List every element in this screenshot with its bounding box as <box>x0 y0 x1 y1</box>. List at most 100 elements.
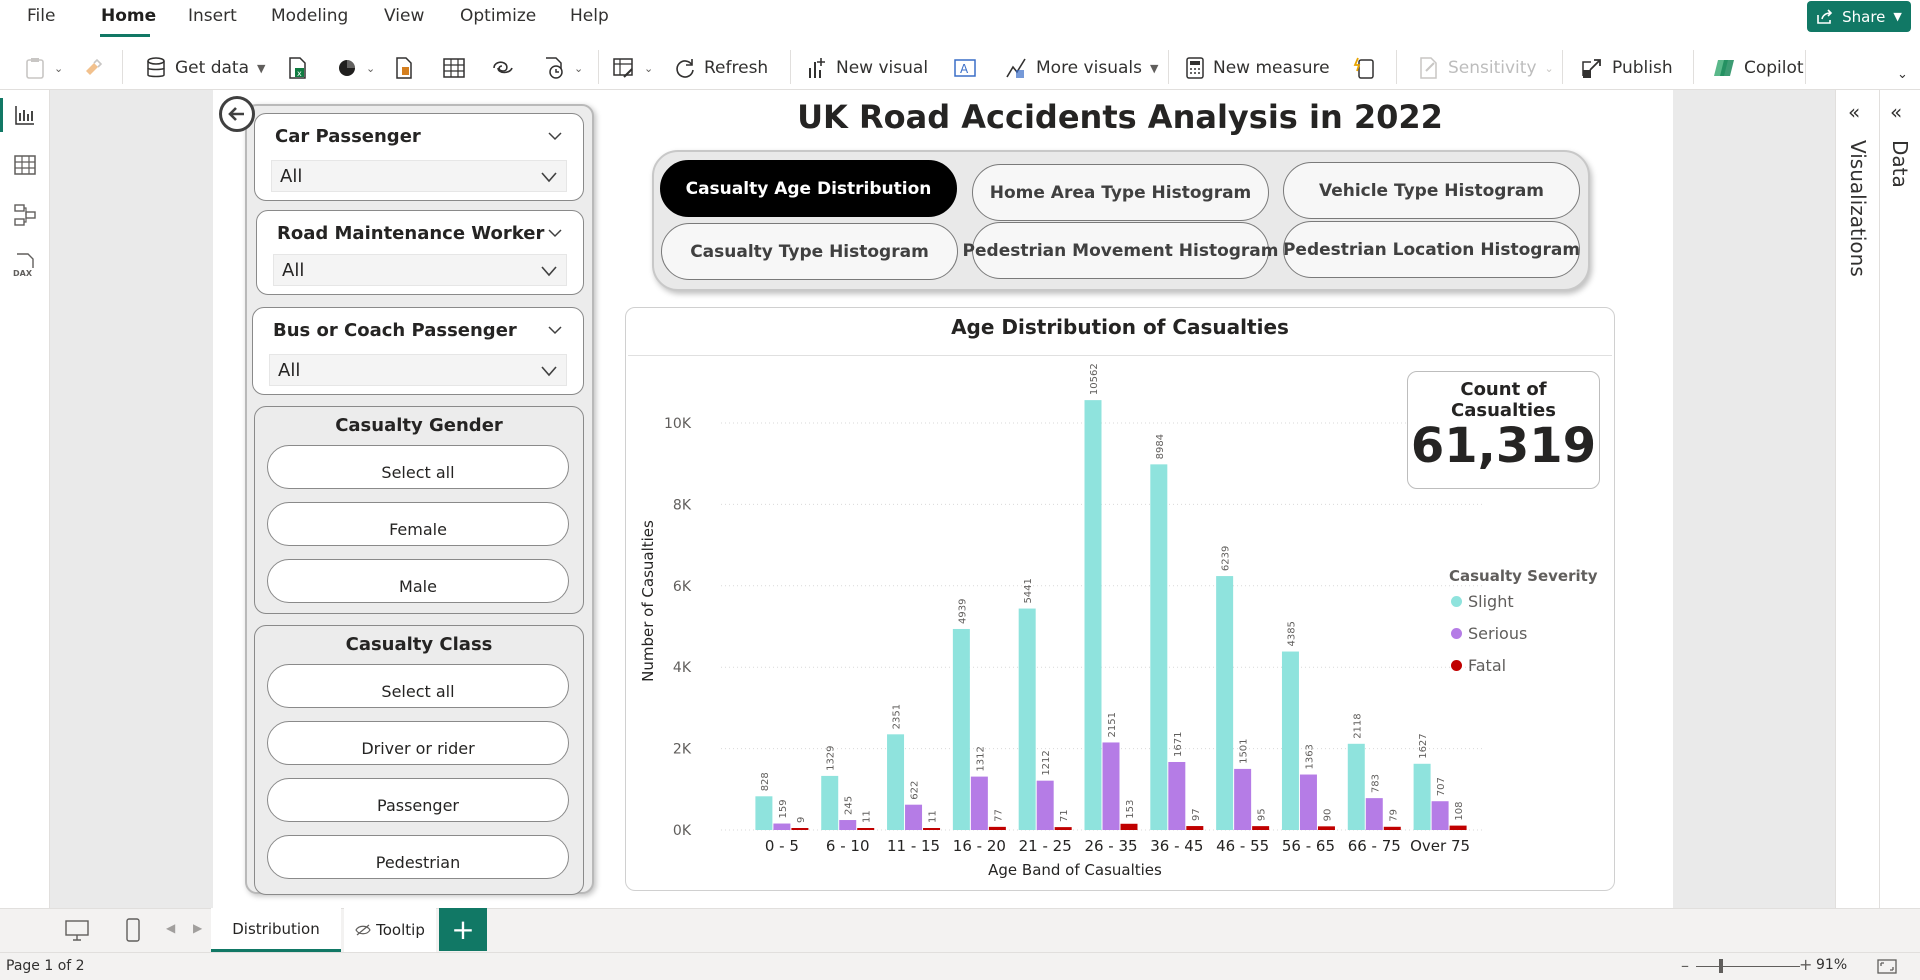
chevron-down-icon[interactable]: ▼ <box>1893 10 1901 23</box>
zoom-slider-track[interactable] <box>1696 966 1800 967</box>
sql-button[interactable] <box>394 54 414 82</box>
recent-sources-button[interactable]: ⌄ <box>542 54 583 82</box>
tab-pedestrian-location-histogram[interactable]: Pedestrian Location Histogram <box>1283 221 1580 278</box>
zoom-out-icon[interactable]: – <box>1681 956 1689 975</box>
mobile-layout-icon[interactable] <box>124 917 142 943</box>
x-tick-label: 6 - 10 <box>826 837 870 855</box>
data-label: 11 <box>928 810 939 823</box>
table-view-icon[interactable] <box>12 152 38 178</box>
tab-casualty-type-histogram[interactable]: Casualty Type Histogram <box>661 223 958 280</box>
page-tab-distribution[interactable]: Distribution <box>211 908 341 952</box>
visualizations-pane-collapsed[interactable]: « Visualizations <box>1835 90 1879 908</box>
legend-item-serious[interactable]: Serious <box>1451 624 1527 643</box>
slicer-dropdown[interactable]: All <box>269 354 567 386</box>
chevron-down-icon[interactable] <box>547 225 563 241</box>
bar-serious <box>1102 742 1120 830</box>
fit-to-page-icon[interactable] <box>1877 959 1897 974</box>
chip-male[interactable]: Male <box>267 559 569 603</box>
refresh-button[interactable]: Refresh <box>674 54 768 82</box>
zoom-slider-thumb[interactable] <box>1719 959 1723 973</box>
slicer-dropdown[interactable]: All <box>273 254 567 286</box>
chevron-down-icon: ⌄ <box>1544 61 1554 75</box>
menu-optimize[interactable]: Optimize <box>460 6 536 26</box>
chevron-left-icon[interactable]: ◀ <box>166 921 175 935</box>
x-tick-label: 46 - 55 <box>1216 837 1269 855</box>
menu-view[interactable]: View <box>384 6 424 26</box>
menu-insert[interactable]: Insert <box>188 6 237 26</box>
chevron-right-icon[interactable]: ▶ <box>193 921 202 935</box>
menu-file[interactable]: File <box>27 6 55 26</box>
excel-button[interactable]: x <box>286 54 308 82</box>
zoom-level: 91% <box>1816 957 1848 973</box>
menu-help[interactable]: Help <box>570 6 609 26</box>
chip-female[interactable]: Female <box>267 502 569 546</box>
zoom-in-icon[interactable]: + <box>1799 955 1812 974</box>
x-tick-label: 36 - 45 <box>1150 837 1203 855</box>
more-visuals-button[interactable]: More visuals ▼ <box>1004 54 1158 82</box>
slicer-road-maintenance-worker: Road Maintenance Worker All <box>256 210 584 295</box>
chip-pedestrian[interactable]: Pedestrian <box>267 835 569 879</box>
copilot-button[interactable]: Copilot <box>1712 54 1804 82</box>
transform-data-button[interactable]: ⌄ <box>612 54 653 82</box>
visualizations-pane-label[interactable]: Visualizations <box>1846 140 1870 277</box>
quick-measure-button[interactable] <box>1353 54 1375 82</box>
menu-home[interactable]: Home <box>101 6 156 26</box>
add-page-button[interactable]: + <box>439 908 487 951</box>
bar-slight <box>1347 743 1365 830</box>
chip-select-all[interactable]: Select all <box>267 664 569 708</box>
page-tab-tooltip[interactable]: Tooltip <box>344 908 436 952</box>
ribbon-separator <box>790 50 791 84</box>
bar-serious <box>1234 768 1252 830</box>
enter-data-button[interactable] <box>442 54 466 82</box>
chevron-down-icon[interactable] <box>547 322 563 338</box>
page-tab-label: Tooltip <box>376 921 425 939</box>
format-painter-button[interactable] <box>82 54 104 82</box>
data-pane-collapsed[interactable]: « Data <box>1879 90 1920 908</box>
text-box-icon: A <box>954 59 976 77</box>
x-tick-label: Over 75 <box>1410 837 1470 855</box>
tab-casualty-age-distribution[interactable]: Casualty Age Distribution <box>660 160 957 217</box>
bar-slight <box>1413 763 1431 830</box>
share-button[interactable]: Share ▼ <box>1807 1 1911 32</box>
chevron-down-icon[interactable] <box>547 128 563 144</box>
bar-fatal <box>1383 826 1401 830</box>
tab-home-area-type-histogram[interactable]: Home Area Type Histogram <box>972 164 1269 221</box>
chevron-down-icon: ⌄ <box>644 61 654 75</box>
expand-icon[interactable]: « <box>1848 100 1860 124</box>
model-view-icon[interactable] <box>12 202 38 228</box>
chip-driver-or-rider[interactable]: Driver or rider <box>267 721 569 765</box>
x-tick-label: 11 - 15 <box>887 837 940 855</box>
onelake-button[interactable] <box>490 54 516 82</box>
bar-serious <box>773 823 791 830</box>
back-button[interactable] <box>219 96 255 132</box>
dax-query-view-icon[interactable]: DAX <box>12 252 38 278</box>
report-view-icon[interactable] <box>12 102 38 128</box>
chip-select-all[interactable]: Select all <box>267 445 569 489</box>
tab-pedestrian-movement-histogram[interactable]: Pedestrian Movement Histogram <box>963 222 1278 279</box>
ribbon-collapse-icon[interactable]: ⌄ <box>1897 67 1908 82</box>
active-view-indicator <box>0 98 3 132</box>
new-measure-button[interactable]: New measure <box>1185 54 1330 82</box>
desktop-layout-icon[interactable] <box>64 919 90 943</box>
data-label: 1329 <box>826 745 837 770</box>
slicer-dropdown[interactable]: All <box>271 160 567 192</box>
chip-passenger[interactable]: Passenger <box>267 778 569 822</box>
dataverse-button[interactable]: ⌄ <box>336 54 375 82</box>
menu-modeling[interactable]: Modeling <box>271 6 348 26</box>
legend-item-fatal[interactable]: Fatal <box>1451 656 1506 675</box>
new-visual-button[interactable]: New visual <box>806 54 928 82</box>
legend-swatch <box>1451 660 1462 671</box>
tab-vehicle-type-histogram[interactable]: Vehicle Type Histogram <box>1283 162 1580 219</box>
get-data-button[interactable]: Get data ▼ <box>145 54 265 82</box>
publish-button[interactable]: Publish <box>1580 54 1673 82</box>
legend-item-slight[interactable]: Slight <box>1451 592 1514 611</box>
data-pane-label[interactable]: Data <box>1888 140 1912 188</box>
paste-button[interactable]: ⌄ <box>24 54 63 82</box>
expand-icon[interactable]: « <box>1890 100 1902 124</box>
svg-text:A: A <box>960 62 969 76</box>
ribbon-separator <box>122 50 123 84</box>
get-data-label: Get data <box>175 58 249 78</box>
text-box-button[interactable]: A <box>953 54 977 82</box>
bar-serious <box>1431 801 1449 830</box>
menu-bar: File Home Insert Modeling View Optimize … <box>0 0 1920 37</box>
